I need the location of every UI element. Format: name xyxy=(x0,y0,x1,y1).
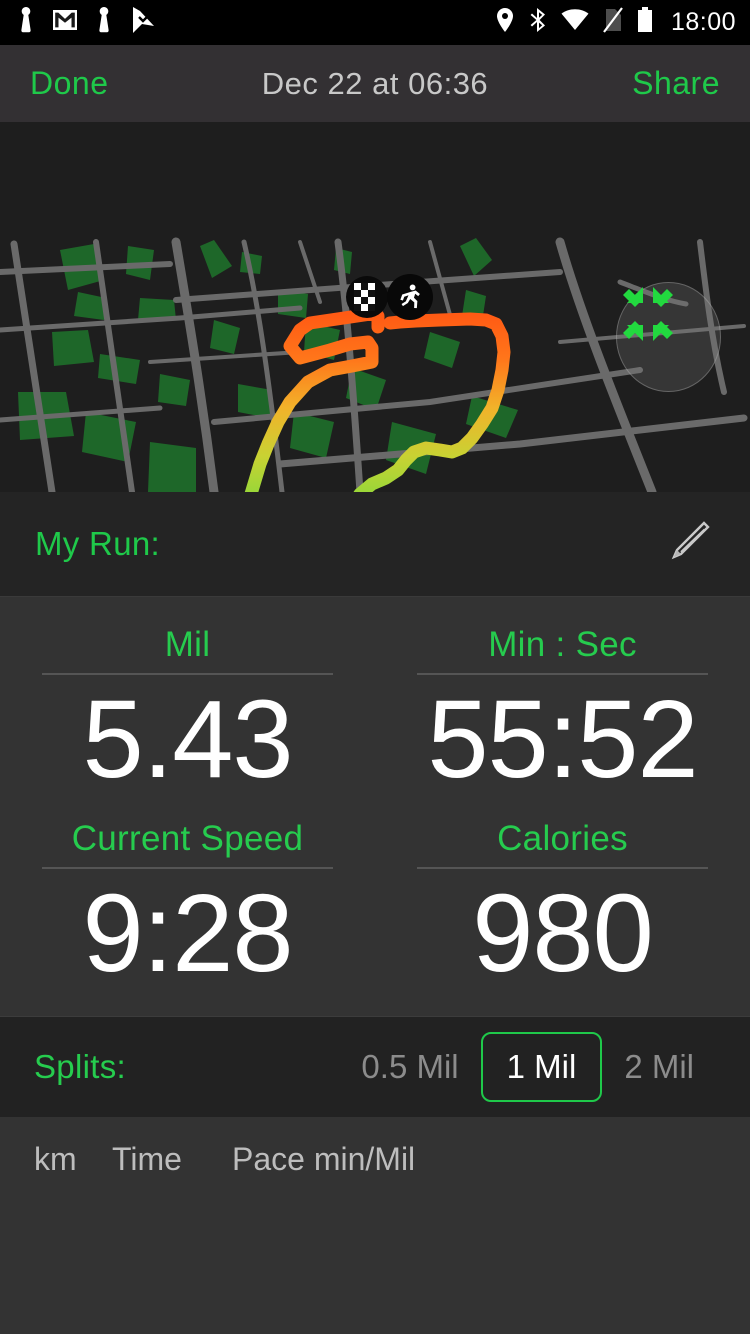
stat-duration-value: 55:52 xyxy=(427,677,698,801)
stat-current-speed-label: Current Speed xyxy=(71,819,304,859)
checkmark-flag-icon xyxy=(130,6,156,39)
share-button[interactable]: Share xyxy=(632,65,720,102)
edit-run-name-button[interactable] xyxy=(659,516,715,572)
splits-table-header: km Time Pace min/Mil xyxy=(0,1116,750,1202)
stat-calories-label: Calories xyxy=(497,819,628,859)
stats-row-2: Current Speed 9:28 Calories 980 xyxy=(0,817,750,997)
bluetooth-icon xyxy=(529,7,547,38)
table-column-km: km xyxy=(34,1140,77,1177)
stats-row-1: Mil 5.43 Min : Sec 55:52 xyxy=(0,623,750,803)
splits-label: Splits: xyxy=(34,1047,126,1085)
run-title-label: My Run: xyxy=(35,525,160,562)
stat-current-speed-value: 9:28 xyxy=(82,872,293,995)
no-sim-icon xyxy=(603,7,623,38)
wifi-icon xyxy=(561,9,589,36)
status-bar-left-icons xyxy=(16,6,156,39)
splits-options: 0.5 Mil 1 Mil 2 Mil xyxy=(339,1031,716,1102)
stat-distance: Mil 5.43 xyxy=(0,623,375,803)
splits-selector-bar: Splits: 0.5 Mil 1 Mil 2 Mil xyxy=(0,1017,750,1117)
stat-calories-value: 980 xyxy=(472,872,654,995)
done-button[interactable]: Done xyxy=(30,65,109,102)
stat-calories: Calories 980 xyxy=(375,817,750,997)
expand-map-button[interactable] xyxy=(616,282,721,392)
start-marker xyxy=(387,274,433,320)
status-bar: 18:00 xyxy=(0,0,750,45)
navigation-bar: Done Dec 22 at 06:36 Share xyxy=(0,45,750,122)
stat-current-speed: Current Speed 9:28 xyxy=(0,817,375,997)
person-icon xyxy=(94,6,114,39)
person-icon xyxy=(16,6,36,39)
run-summary-screen: 18:00 Done Dec 22 at 06:36 Share My Run:… xyxy=(0,0,750,1334)
table-column-time: Time xyxy=(112,1140,182,1177)
status-bar-right-icons: 18:00 xyxy=(495,7,736,38)
stat-duration-label: Min : Sec xyxy=(488,625,637,664)
gmail-icon xyxy=(52,9,78,36)
stat-distance-label: Mil xyxy=(164,625,211,664)
battery-icon xyxy=(637,7,653,38)
status-bar-clock: 18:00 xyxy=(670,8,736,36)
table-column-pace: Pace min/Mil xyxy=(232,1140,416,1177)
route-map[interactable] xyxy=(0,122,750,492)
split-option-two-mile[interactable]: 2 Mil xyxy=(602,1032,716,1102)
run-title-bar: My Run: xyxy=(0,492,750,597)
split-option-one-mile[interactable]: 1 Mil xyxy=(480,1031,603,1102)
stats-panel: Mil 5.43 Min : Sec 55:52 Current Speed 9… xyxy=(0,597,750,1016)
finish-marker xyxy=(346,276,388,318)
split-option-half-mile[interactable]: 0.5 Mil xyxy=(339,1032,480,1102)
pencil-icon xyxy=(663,518,711,571)
location-pin-icon xyxy=(495,7,515,38)
stat-distance-value: 5.43 xyxy=(82,677,293,801)
splits-section: Splits: 0.5 Mil 1 Mil 2 Mil xyxy=(0,1015,750,1117)
stat-duration: Min : Sec 55:52 xyxy=(375,623,750,803)
